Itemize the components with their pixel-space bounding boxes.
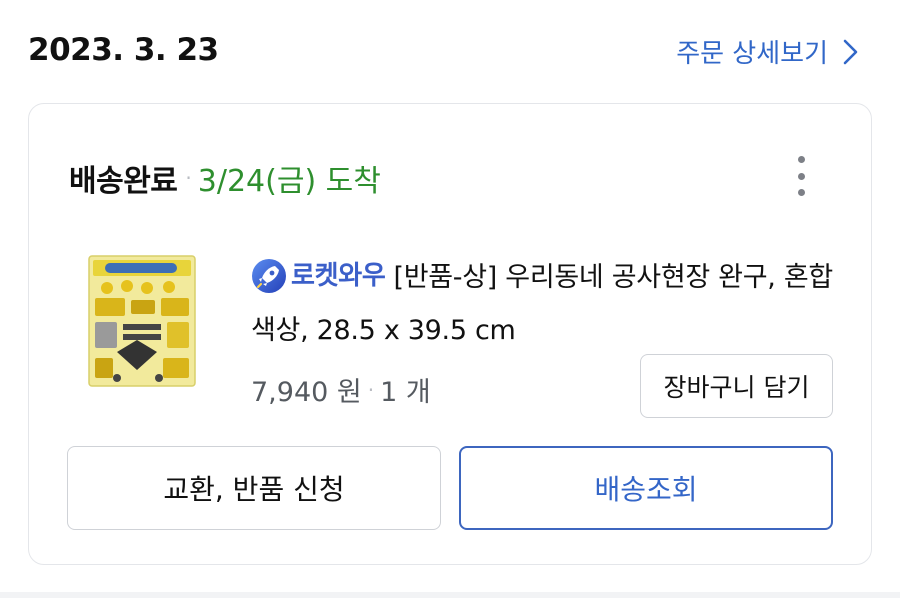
exchange-return-button[interactable]: 교환, 반품 신청 <box>67 446 441 530</box>
product-quantity: 1 개 <box>380 377 431 408</box>
product-thumbnail[interactable] <box>87 254 197 388</box>
price-separator: · <box>367 377 375 402</box>
delivery-status: 배송완료 <box>69 164 178 199</box>
add-to-cart-button[interactable]: 장바구니 담기 <box>640 354 833 418</box>
product-info: 로켓와우 [반품-상] 우리동네 공사현장 완구, 혼합색상, 28.5 x 3… <box>251 252 841 357</box>
chevron-right-icon <box>843 39 858 64</box>
order-date: 2023. 3. 23 <box>28 32 219 68</box>
product-title-link[interactable]: 로켓와우 [반품-상] 우리동네 공사현장 완구, 혼합색상, 28.5 x 3… <box>251 252 841 357</box>
product-price: 7,940 원 <box>251 377 362 408</box>
price-quantity-row: 7,940 원 · 1 개 <box>251 370 431 409</box>
order-detail-link[interactable]: 주문 상세보기 <box>676 33 860 70</box>
delivery-tracking-button[interactable]: 배송조회 <box>459 446 833 530</box>
order-card: 배송완료 · 3/24(금) 도착 로켓와우 [반품-상] 우리동네 공사현장 … <box>28 103 872 565</box>
rocket-wow-badge: 로켓와우 <box>251 250 386 302</box>
rocket-wow-label: 로켓와우 <box>291 260 386 291</box>
rocket-icon <box>252 258 286 293</box>
delivery-status-row: 배송완료 · 3/24(금) 도착 <box>69 156 381 200</box>
more-vertical-icon[interactable] <box>791 156 811 196</box>
section-divider <box>0 592 900 598</box>
order-detail-link-label: 주문 상세보기 <box>676 39 828 69</box>
order-history-page: 2023. 3. 23 주문 상세보기 배송완료 · 3/24(금) 도착 로켓… <box>0 0 900 598</box>
arrival-date: 3/24(금) 도착 <box>197 164 381 199</box>
status-separator: · <box>185 166 192 190</box>
